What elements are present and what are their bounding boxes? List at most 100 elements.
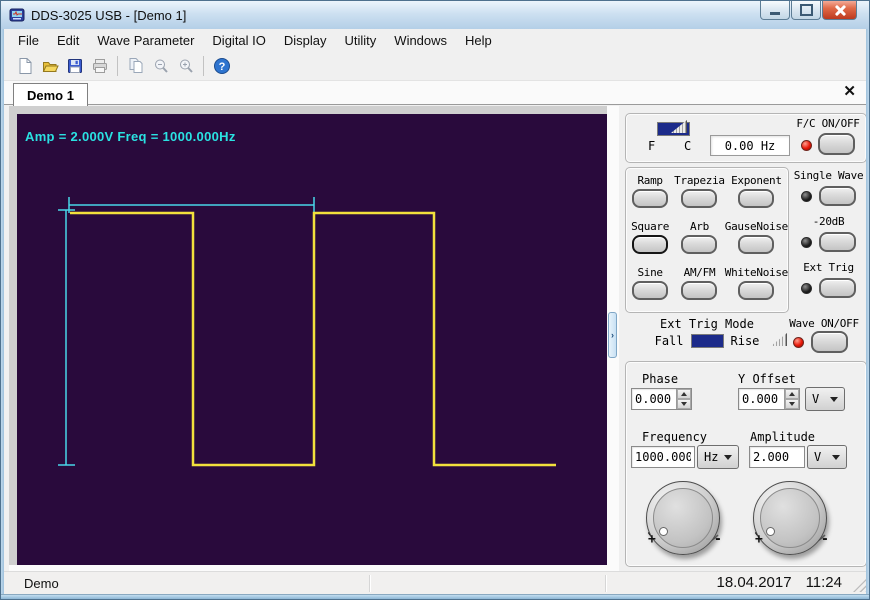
fc-onoff-label: F/C ON/OFF [790,117,866,130]
menu-display[interactable]: Display [275,30,336,51]
knob-minus-label: - [821,532,829,547]
frequency-unit-select[interactable]: Hz [697,445,739,469]
spin-up-button[interactable] [677,389,691,399]
arb-button[interactable] [681,235,717,254]
frequency-unit: Hz [698,450,718,464]
spin-down-button[interactable] [677,399,691,409]
parameter-group: Phase Y Offset V Frequency [625,361,867,567]
status-separator [605,575,606,592]
y-offset-unit-select[interactable]: V [805,387,845,411]
menu-digital-io[interactable]: Digital IO [203,30,274,51]
ext-trig-control: Ext Trig [789,261,868,298]
single-wave-label: Single Wave [794,169,864,182]
minus20db-button[interactable] [819,232,856,252]
zoom-in-icon [177,57,195,75]
knob-plus-label: + [755,532,763,547]
status-message: Demo [24,576,59,591]
tab-demo1[interactable]: Demo 1 [13,83,88,106]
scope-display: Amp = 2.000V Freq = 1000.000Hz [17,114,607,565]
frequency-field [631,446,695,468]
frequency-knob[interactable] [646,481,720,555]
fc-onoff-button[interactable] [818,133,855,155]
amplitude-input[interactable] [750,447,804,467]
scope-waveform [17,114,607,565]
status-separator [369,575,370,592]
copy-icon [127,57,145,75]
maximize-button[interactable] [791,1,821,20]
whitenoise-button[interactable] [738,281,774,300]
status-date: 18.04.2017 [716,574,791,591]
dropdown-arrow-icon [832,455,840,460]
spin-up-button[interactable] [785,389,799,399]
panel-splitter-handle[interactable]: › [608,312,617,358]
chevron-right-icon: › [611,330,614,340]
amplitude-knob[interactable] [753,481,827,555]
copy-button[interactable] [123,53,148,78]
zoom-in-button[interactable] [173,53,198,78]
app-icon[interactable] [9,7,25,23]
frequency-input[interactable] [632,447,694,467]
tab-close-icon[interactable]: ✕ [843,83,856,101]
ext-trig-mode-slider[interactable] [691,334,724,348]
print-button[interactable] [87,53,112,78]
menu-help[interactable]: Help [456,30,501,51]
gausenoise-button[interactable] [738,235,774,254]
wave-onoff-led [793,337,804,348]
amplitude-unit: V [808,450,821,464]
y-offset-field [738,388,800,410]
window-border-left [1,29,4,600]
square-button[interactable] [632,235,668,254]
menu-windows[interactable]: Windows [385,30,456,51]
menu-wave-parameter[interactable]: Wave Parameter [88,30,203,51]
exponent-button[interactable] [738,189,774,208]
toolbar: ? [4,51,868,81]
amplitude-unit-select[interactable]: V [807,445,847,469]
spin-up-icon [789,392,795,396]
spin-down-button[interactable] [785,399,799,409]
fc-selector-slider[interactable] [657,122,690,136]
menu-file[interactable]: File [9,30,48,51]
wave-onoff-button[interactable] [811,331,848,353]
window-title: DDS-3025 USB - [Demo 1] [31,8,186,23]
close-button[interactable] [822,1,857,20]
control-panel: F C 0.00 Hz F/C ON/OFF Ramp Trapezia Exp… [619,105,868,571]
sine-button[interactable] [632,281,668,300]
scope-readout: Amp = 2.000V Freq = 1000.000Hz [25,129,236,144]
title-bar: DDS-3025 USB - [Demo 1] [1,1,869,30]
phase-label: Phase [642,372,678,386]
amfm-button[interactable] [681,281,717,300]
wave-label-amfm: AM/FM [684,266,716,279]
label-c: C [684,139,691,153]
y-offset-label: Y Offset [738,372,796,386]
trapezia-button[interactable] [681,189,717,208]
open-file-button[interactable] [37,53,62,78]
new-file-button[interactable] [12,53,37,78]
resize-grip[interactable] [853,579,866,592]
menu-edit[interactable]: Edit [48,30,88,51]
fc-counter-group: F C 0.00 Hz F/C ON/OFF [625,113,867,163]
window-border-bottom [1,594,869,600]
wave-label-ramp: Ramp [637,174,662,187]
y-offset-input[interactable] [739,389,784,409]
single-wave-button[interactable] [819,186,856,206]
window-border-right [866,29,869,600]
zoom-out-icon [152,57,170,75]
help-button[interactable]: ? [209,53,234,78]
ramp-button[interactable] [632,189,668,208]
fc-onoff-led [801,140,812,151]
knob-face [653,488,713,548]
minimize-button[interactable] [760,1,790,20]
ext-trig-mode-row: Fall Rise [625,334,789,348]
menu-utility[interactable]: Utility [336,30,386,51]
save-button[interactable] [62,53,87,78]
ext-trig-mode-label: Ext Trig Mode [625,317,789,331]
slider-handle[interactable] [771,333,787,346]
ext-trig-button[interactable] [819,278,856,298]
single-wave-led [801,191,812,202]
rise-label: Rise [731,334,760,348]
wave-label-square: Square [631,220,669,233]
minus20db-led [801,237,812,248]
waveform-select-group: Ramp Trapezia Exponent Square Arb GauseN… [625,167,789,313]
zoom-out-button[interactable] [148,53,173,78]
phase-input[interactable] [632,389,676,409]
